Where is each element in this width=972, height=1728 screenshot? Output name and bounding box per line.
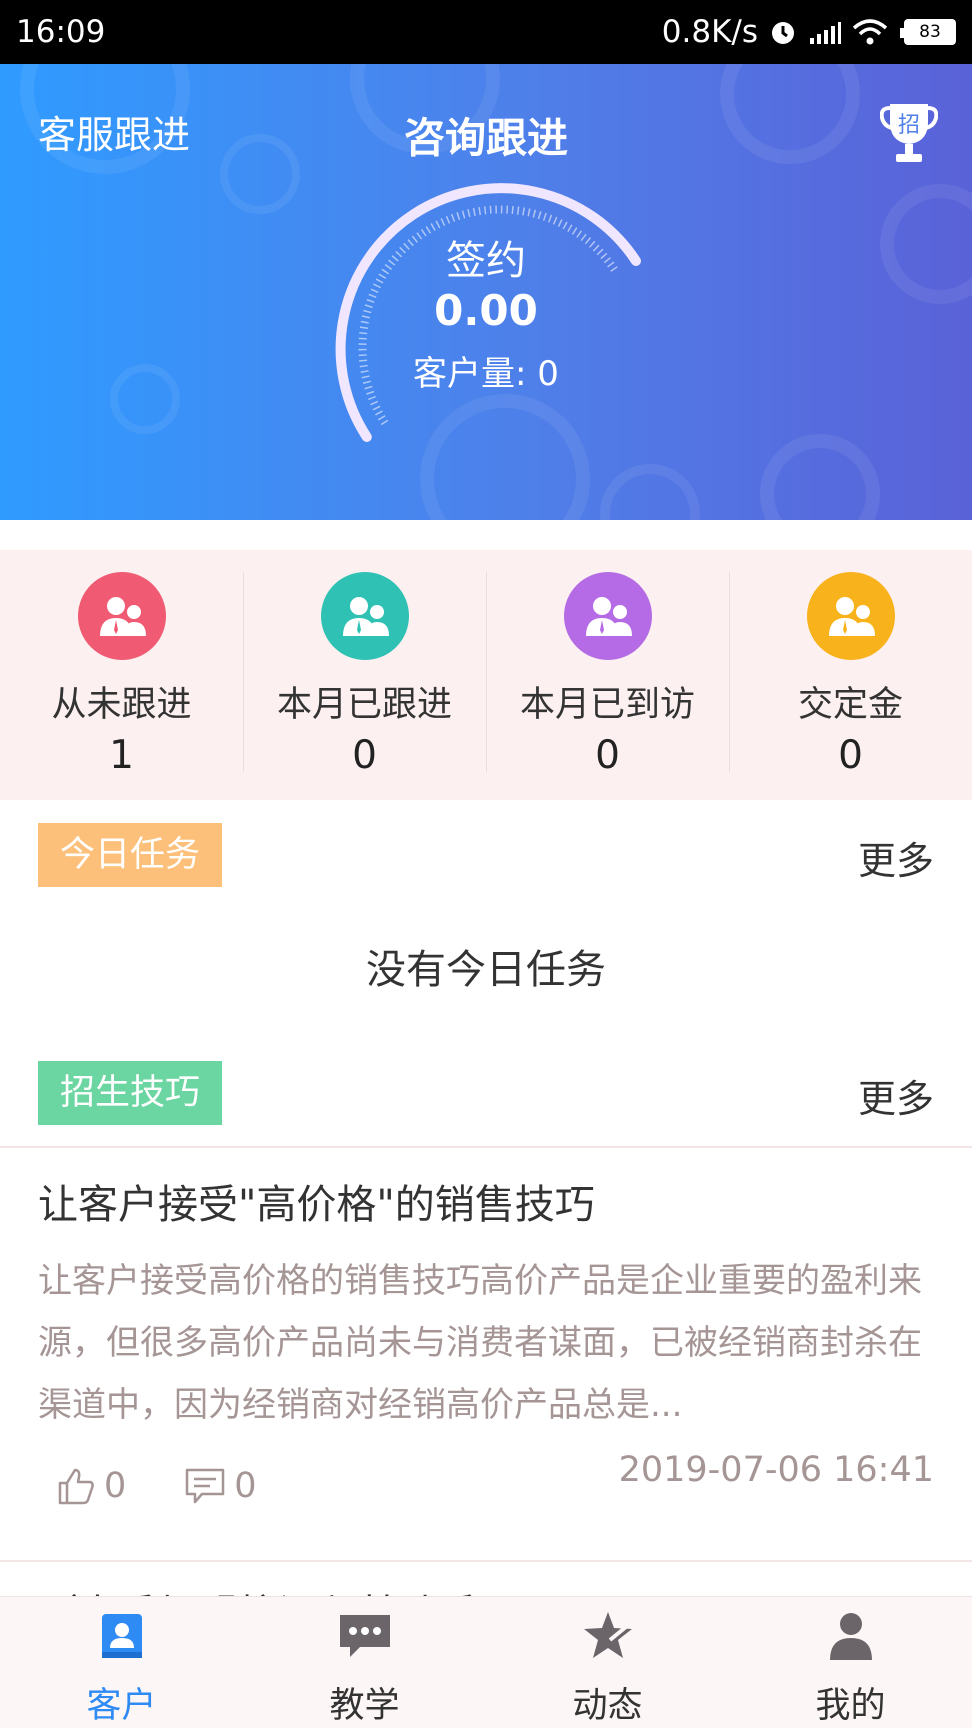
- users-icon: [563, 572, 652, 660]
- like-count: 0: [104, 1466, 127, 1506]
- comment-icon: [186, 1468, 225, 1504]
- gauge-title: 签约: [446, 238, 526, 284]
- wifi-icon: [852, 19, 888, 45]
- header-banner: 客服跟进 咨询跟进 招 签约 0.00 客户量: 0: [0, 64, 972, 520]
- status-bar: 16:09 0.8K/s 83: [0, 0, 972, 64]
- stat-followed-this-month[interactable]: 本月已跟进 0: [243, 550, 486, 800]
- article-excerpt[interactable]: 让客户接受高价格的销售技巧高价产品是企业重要的盈利来源，但很多高价产品尚未与消费…: [38, 1250, 938, 1436]
- today-tasks-tag: 今日任务: [38, 823, 223, 887]
- decor-bubble: [760, 434, 880, 520]
- article-date: 2019-07-06 16:41: [618, 1450, 934, 1490]
- stat-value: 1: [109, 733, 134, 778]
- stat-label: 交定金: [797, 685, 903, 725]
- users-icon: [77, 572, 166, 660]
- gauge-customer-count: 客户量: 0: [413, 354, 559, 394]
- status-time: 16:09: [16, 14, 106, 50]
- today-tasks-more-link[interactable]: 更多: [858, 830, 934, 885]
- customer-icon: [92, 1609, 152, 1663]
- chat-icon: [335, 1609, 395, 1663]
- nav-label: 教学: [329, 1686, 400, 1726]
- users-icon: [320, 572, 409, 660]
- battery-icon: 83: [900, 19, 956, 45]
- stat-label: 本月已跟进: [276, 685, 452, 725]
- stat-value: 0: [352, 733, 377, 778]
- nav-label: 客户: [86, 1686, 157, 1726]
- comment-button[interactable]: 0: [184, 1466, 257, 1506]
- stat-label: 本月已到访: [519, 685, 695, 725]
- tips-tag: 招生技巧: [38, 1061, 223, 1125]
- tips-more-link[interactable]: 更多: [858, 1068, 934, 1123]
- stat-value: 0: [595, 733, 620, 778]
- divider: [0, 1146, 972, 1148]
- users-icon: [806, 572, 895, 660]
- nav-label: 动态: [572, 1686, 643, 1726]
- divider: [0, 1560, 972, 1562]
- today-tasks-empty-text: 没有今日任务: [366, 947, 606, 993]
- signal-icon: [810, 22, 841, 44]
- nav-teaching[interactable]: 教学: [243, 1597, 486, 1728]
- decor-bubble: [600, 464, 700, 520]
- stat-value: 0: [838, 733, 863, 778]
- stats-row: 从未跟进 1 本月已跟进 0 本月已到访 0 交定金 0: [0, 550, 972, 800]
- page-title: 咨询跟进: [404, 114, 568, 162]
- stat-deposit-paid[interactable]: 交定金 0: [729, 550, 972, 800]
- nav-customer[interactable]: 客户: [0, 1597, 243, 1728]
- gauge-value: 0.00: [434, 286, 538, 335]
- stat-never-followed[interactable]: 从未跟进 1: [0, 550, 243, 800]
- net-speed: 0.8K/s: [661, 14, 758, 50]
- like-button[interactable]: 0: [56, 1466, 126, 1506]
- article-actions: 0 0: [56, 1466, 315, 1506]
- thumbs-up-icon: [58, 1468, 94, 1505]
- status-right: 0.8K/s 83: [662, 14, 956, 50]
- stat-label: 从未跟进: [51, 685, 192, 725]
- person-icon: [821, 1609, 881, 1663]
- nav-mine[interactable]: 我的: [729, 1597, 972, 1728]
- star-icon: [578, 1609, 638, 1663]
- bottom-nav: 客户 教学 动态 我的: [0, 1596, 972, 1728]
- nav-label: 我的: [815, 1686, 886, 1726]
- nav-activity[interactable]: 动态: [486, 1597, 729, 1728]
- trophy-badge-text: 招: [898, 113, 920, 138]
- alarm-icon: [772, 22, 794, 44]
- comment-count: 0: [234, 1466, 257, 1506]
- article-title[interactable]: 让客户接受"高价格"的销售技巧: [38, 1172, 595, 1230]
- stat-visited-this-month[interactable]: 本月已到访 0: [486, 550, 729, 800]
- app-screen: 16:09 0.8K/s 83 客服跟进 咨询跟进 招 签约 0.00 客户量:…: [0, 0, 972, 1728]
- trophy-icon[interactable]: 招: [880, 100, 938, 164]
